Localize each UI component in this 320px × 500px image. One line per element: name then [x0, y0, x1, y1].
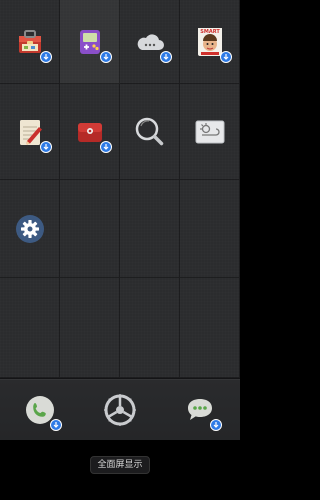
- app-grid: SMART: [0, 0, 240, 378]
- app-game[interactable]: [60, 0, 120, 84]
- download-badge-icon: [99, 140, 112, 153]
- app-settings[interactable]: [0, 180, 60, 278]
- fullscreen-display-button[interactable]: 全面屏显示: [90, 456, 150, 474]
- empty-cell: [0, 278, 60, 378]
- app-notepad[interactable]: [0, 84, 60, 180]
- notepad-pencil-icon: [19, 119, 42, 145]
- red-case-icon: [77, 122, 102, 142]
- weather-widget-icon: [195, 120, 224, 143]
- download-badge-icon: [39, 50, 52, 63]
- empty-cell: [60, 278, 120, 378]
- empty-cell: [60, 180, 120, 278]
- empty-cell: [120, 278, 180, 378]
- red-toolbox-icon: [18, 29, 41, 53]
- app-cloud[interactable]: [120, 0, 180, 84]
- download-badge-icon: [159, 50, 172, 63]
- download-badge-icon: [210, 419, 222, 431]
- dock-phone[interactable]: [0, 379, 80, 441]
- gear-icon: [15, 214, 44, 243]
- app-smart[interactable]: SMART: [180, 0, 240, 84]
- magnifier-icon: [135, 117, 163, 145]
- app-search[interactable]: [120, 84, 180, 180]
- bottom-bar: 全面屏显示: [0, 440, 240, 500]
- dock-messages[interactable]: [160, 379, 240, 441]
- home-screen: SMART: [0, 0, 240, 440]
- purple-gameboy-icon: [79, 29, 100, 54]
- dock-launcher-settings[interactable]: [80, 379, 160, 441]
- download-badge-icon: [39, 140, 52, 153]
- empty-cell: [180, 180, 240, 278]
- app-weather[interactable]: [180, 84, 240, 180]
- download-badge-icon: [99, 50, 112, 63]
- empty-cell: [180, 278, 240, 378]
- download-badge-icon: [50, 419, 62, 431]
- app-red-case[interactable]: [60, 84, 120, 180]
- empty-cell: [120, 180, 180, 278]
- dock: [0, 378, 240, 440]
- steering-wheel-icon: [104, 394, 136, 426]
- cloud-icon: [137, 33, 164, 50]
- download-badge-icon: [219, 50, 232, 63]
- app-toolbox[interactable]: [0, 0, 60, 84]
